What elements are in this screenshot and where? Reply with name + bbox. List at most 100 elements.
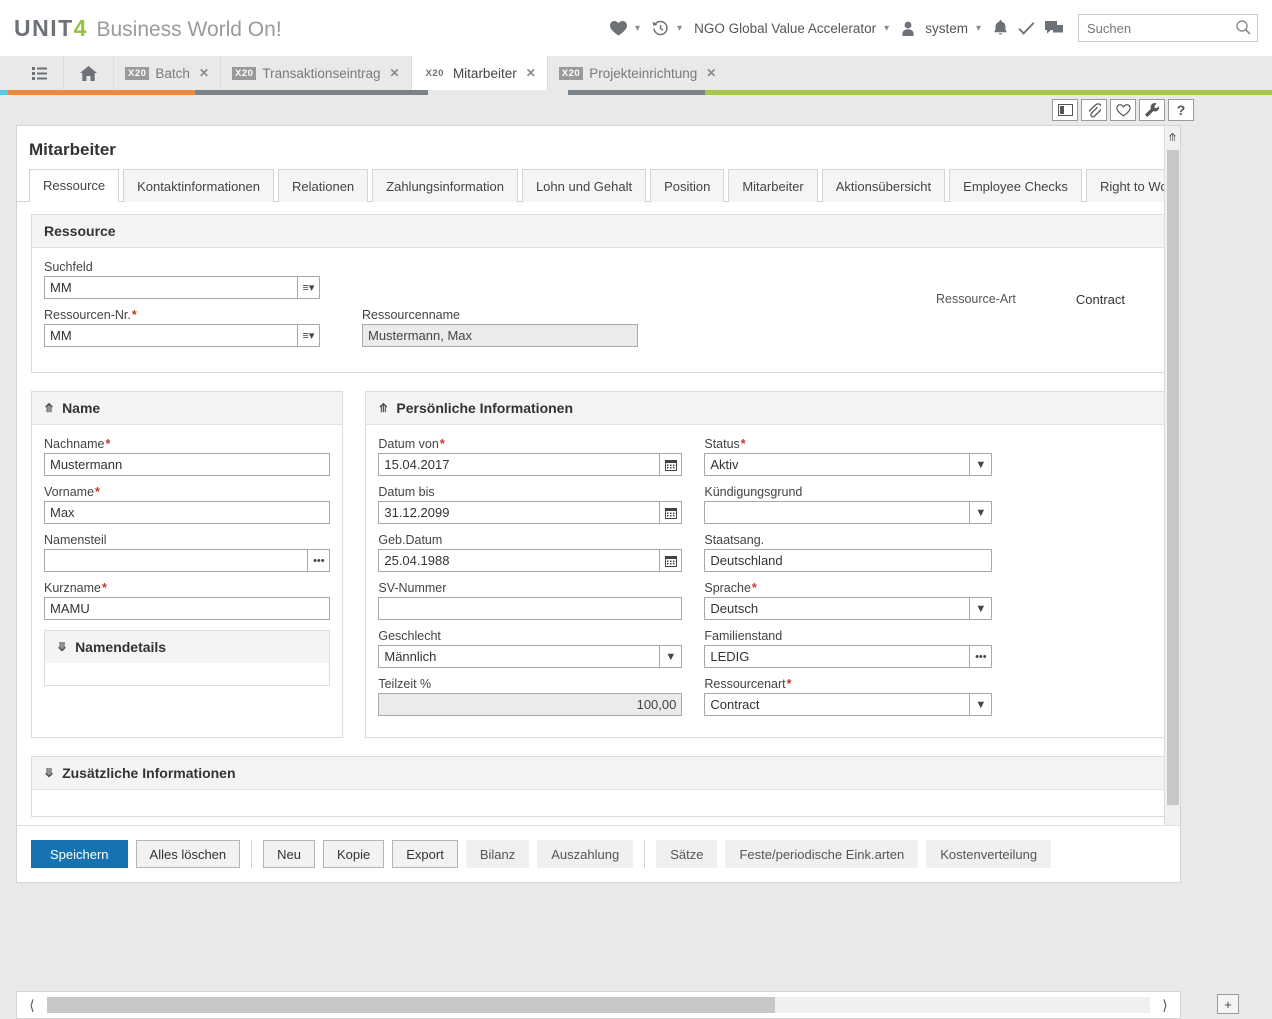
sv-nummer-input[interactable] [378,597,683,620]
list-lookup-icon[interactable]: ≡▾ [298,276,320,299]
home-icon[interactable] [63,56,113,90]
user-dropdown-caret-icon[interactable]: ▾ [973,23,988,34]
tab-lohn-und-gehalt[interactable]: Lohn und Gehalt [521,169,647,202]
fixed-periodic-income-button[interactable]: Feste/periodische Eink.arten [725,840,919,868]
company-dropdown-caret-icon[interactable]: ▾ [881,23,896,34]
horizontal-scrollbar[interactable]: ⟨ ⟩ [16,991,1181,1019]
add-button[interactable]: + [1217,994,1239,1014]
kuendigungsgrund-input[interactable] [704,501,971,524]
tab-position[interactable]: Position [650,169,725,202]
calendar-icon[interactable] [660,549,683,572]
export-button[interactable]: Export [392,840,458,868]
logo[interactable]: UNIT 4 Business World On! [14,15,282,42]
horizontal-scroll-thumb[interactable] [47,997,775,1013]
ellipsis-lookup-icon[interactable]: ••• [970,645,993,668]
logo-product-text: Business World On! [96,17,282,41]
company-selector-label[interactable]: NGO Global Value Accelerator [689,13,881,43]
teilzeit-input [378,693,683,716]
additional-info-header[interactable]: ⤋ Zusätzliche Informationen [32,757,1165,790]
namendetails-header[interactable]: ⤋ Namendetails [45,631,330,663]
bell-icon[interactable] [988,13,1013,43]
search-icon[interactable] [1236,20,1251,38]
check-icon[interactable] [1013,13,1040,43]
rates-button[interactable]: Sätze [656,840,718,868]
chat-icon[interactable] [1040,13,1068,43]
chevron-down-icon[interactable]: ⤋ [44,767,54,779]
user-name-label[interactable]: system [920,13,973,43]
name-panel-header[interactable]: ⤊ Name [32,392,343,425]
chevron-up-icon[interactable]: ⤊ [44,402,54,414]
copy-button[interactable]: Kopie [323,840,385,868]
menu-icon[interactable] [16,56,63,90]
heart-icon[interactable] [605,13,632,43]
horizontal-scroll-track[interactable] [47,997,1150,1013]
calendar-icon[interactable] [660,453,683,476]
split-panel-icon[interactable] [1052,99,1078,121]
chevron-down-icon[interactable]: ▼ [970,501,993,524]
heart-dropdown-caret-icon[interactable]: ▾ [632,23,647,34]
balance-button[interactable]: Bilanz [465,840,530,868]
chevron-down-icon[interactable]: ▼ [970,693,993,716]
staatsang-input[interactable] [704,549,993,572]
kurzname-input[interactable] [44,597,331,620]
familienstand-input[interactable] [704,645,971,668]
tab-relationen[interactable]: Relationen [278,169,369,202]
search-input[interactable] [1078,14,1258,42]
paperclip-icon[interactable] [1081,99,1107,121]
doc-tab-projekteinrichtung[interactable]: X20 Projekteinrichtung ✕ [546,56,728,90]
sprache-input[interactable] [704,597,971,620]
personal-info-panel-header[interactable]: ⤊ Persönliche Informationen [366,392,1165,425]
ressourcenart-input[interactable] [704,693,971,716]
payout-button[interactable]: Auszahlung [537,840,634,868]
close-icon[interactable]: ✕ [526,66,536,80]
ressourcen-nr-input[interactable] [44,324,298,347]
geb-datum-input[interactable] [378,549,661,572]
vertical-scrollbar[interactable]: ⤊ ⤋ [1164,126,1180,864]
tab-zahlungsinformation[interactable]: Zahlungsinformation [372,169,518,202]
chevron-down-icon[interactable]: ▼ [970,453,993,476]
tab-mitarbeiter[interactable]: Mitarbeiter [728,169,818,202]
scroll-up-icon[interactable]: ⤊ [1165,126,1180,148]
tab-ressource[interactable]: Ressource [29,169,120,202]
doc-tab-transaktionseintrag[interactable]: X20 Transaktionseintrag ✕ [220,56,411,90]
chevron-down-icon[interactable]: ⤋ [57,641,67,653]
clear-all-button[interactable]: Alles löschen [135,840,241,868]
datum-von-input[interactable] [378,453,661,476]
doc-tab-mitarbeiter[interactable]: X20 Mitarbeiter ✕ [410,56,547,90]
calendar-icon[interactable] [660,501,683,524]
chevron-down-icon[interactable]: ▼ [970,597,993,620]
ressource-panel-title: Ressource [44,223,116,239]
history-icon[interactable] [647,13,674,43]
chevron-down-icon[interactable]: ▼ [660,645,683,668]
tab-aktionsuebersicht[interactable]: Aktionsübersicht [821,169,946,202]
save-button[interactable]: Speichern [31,840,128,868]
cost-distribution-button[interactable]: Kostenverteilung [926,840,1052,868]
close-icon[interactable]: ✕ [389,66,399,80]
new-button[interactable]: Neu [263,840,316,868]
nachname-input[interactable] [44,453,331,476]
scroll-left-icon[interactable]: ⟨ [17,997,47,1014]
chevron-up-icon[interactable]: ⤊ [378,402,388,414]
ressource-panel-header[interactable]: Ressource [32,215,1165,248]
help-icon[interactable]: ? [1168,99,1194,121]
ellipsis-lookup-icon[interactable]: ••• [308,549,331,572]
history-dropdown-caret-icon[interactable]: ▾ [674,23,689,34]
doc-tab-badge: X20 [558,66,584,80]
vertical-scroll-thumb[interactable] [1167,150,1179,805]
status-input[interactable] [704,453,971,476]
wrench-icon[interactable] [1139,99,1165,121]
close-icon[interactable]: ✕ [199,66,209,80]
doc-tab-batch[interactable]: X20 Batch ✕ [113,56,220,90]
scroll-right-icon[interactable]: ⟩ [1150,997,1180,1014]
vorname-input[interactable] [44,501,331,524]
geschlecht-input[interactable] [378,645,661,668]
heart-icon[interactable] [1110,99,1136,121]
list-lookup-icon[interactable]: ≡▾ [298,324,320,347]
search-box[interactable] [1078,14,1258,42]
suchfeld-input[interactable] [44,276,298,299]
namensteil-input[interactable] [44,549,309,572]
tab-employee-checks[interactable]: Employee Checks [949,169,1082,202]
close-icon[interactable]: ✕ [706,66,716,80]
tab-kontaktinformationen[interactable]: Kontaktinformationen [123,169,274,202]
datum-bis-input[interactable] [378,501,661,524]
